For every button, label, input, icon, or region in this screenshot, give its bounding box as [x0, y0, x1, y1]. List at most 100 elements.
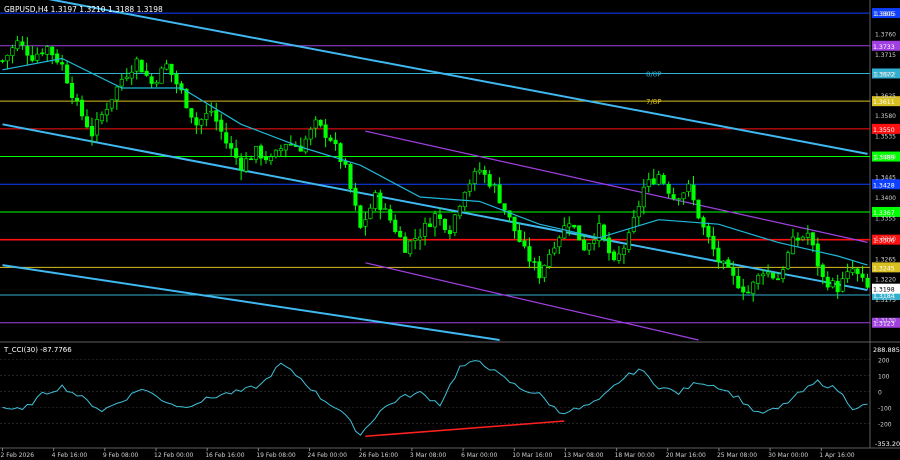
candle-body: [711, 235, 716, 250]
candle-body: [696, 199, 701, 219]
candle-body: [194, 117, 199, 126]
cci-tick-label: -200: [878, 421, 892, 428]
candle-body: [775, 278, 781, 281]
candle-body: [5, 55, 10, 62]
candle-body: [512, 216, 517, 232]
candle-body: [423, 222, 428, 237]
candle-body: [462, 191, 467, 208]
candle-body: [358, 205, 363, 228]
price-tick-label: 1.3445: [875, 175, 896, 182]
candle-body: [149, 76, 154, 84]
candle-body: [84, 116, 90, 128]
time-tick-label: 25 Mar 08:00: [717, 452, 757, 459]
candle-body: [805, 232, 810, 238]
current-price-label: 1.3198: [873, 287, 895, 294]
price-tick-label: 1.3805: [875, 11, 896, 18]
candle-body: [517, 230, 522, 242]
candle-body: [726, 259, 731, 268]
candle-body: [144, 70, 149, 76]
candle-body: [388, 209, 393, 221]
candle-body: [671, 194, 676, 200]
candle-body: [716, 247, 721, 263]
candle-body: [273, 149, 278, 158]
candle-body: [253, 146, 259, 160]
cci-tick-label: 200: [878, 357, 890, 364]
candle-body: [234, 148, 239, 158]
candle-body: [626, 232, 631, 250]
level-price-label: 1.3611: [873, 99, 895, 106]
trading-chart[interactable]: 1.38051.37331.36728/8P1.36117/8P1.35501.…: [0, 0, 900, 460]
time-tick-label: 3 Mar 08:00: [410, 452, 446, 459]
candle-body: [636, 205, 641, 218]
candle-body: [268, 156, 273, 162]
candle-body: [810, 232, 815, 246]
candle-body: [323, 124, 328, 138]
candle-body: [741, 286, 746, 293]
candle-body: [50, 46, 55, 56]
candle-body: [169, 63, 174, 75]
candle-body: [283, 144, 288, 151]
candle-body: [452, 214, 457, 233]
candle-body: [850, 268, 855, 273]
candle-body: [815, 243, 820, 267]
candle-body: [606, 237, 612, 254]
candle-body: [258, 145, 264, 159]
price-tick-label: 1.3265: [875, 256, 896, 263]
candle-body: [413, 238, 418, 241]
candle-body: [840, 278, 845, 292]
time-tick-label: 2 Feb 2026: [0, 452, 34, 459]
candle-body: [676, 198, 681, 201]
candle-body: [15, 40, 20, 50]
level-price-label: 1.3245: [873, 265, 895, 272]
candle-body: [373, 192, 378, 209]
candle-body: [10, 47, 15, 56]
cci-scale-top: 288.8859: [873, 346, 900, 354]
cci-scale-bottom: -353.2072: [875, 440, 900, 448]
candle-body: [611, 251, 617, 261]
price-tick-label: 1.3535: [875, 134, 896, 141]
candle-body: [860, 273, 865, 278]
candle-body: [845, 271, 850, 279]
candle-body: [45, 46, 50, 55]
candle-body: [35, 53, 40, 61]
candle-body: [368, 207, 373, 219]
candle-body: [785, 252, 791, 269]
time-tick-label: 6 Mar 00:00: [461, 452, 497, 459]
candle-body: [641, 186, 646, 208]
candle-body: [89, 125, 95, 137]
candle-body: [795, 237, 800, 241]
candle-body: [746, 291, 751, 294]
candle-body: [398, 230, 403, 238]
candle-body: [437, 214, 443, 219]
price-tick-label: 1.3310: [875, 236, 896, 243]
candle-body: [229, 143, 234, 149]
candle-body: [378, 192, 383, 210]
time-tick-label: 30 Mar 00:00: [768, 452, 808, 459]
candle-body: [239, 157, 244, 171]
time-tick-label: 4 Feb 16:00: [52, 452, 88, 459]
candle-body: [467, 183, 472, 192]
candle-body: [756, 274, 761, 284]
candle-body: [557, 237, 562, 248]
candle-body: [706, 225, 711, 238]
candle-body: [830, 280, 835, 288]
time-tick-label: 1 Apr 16:00: [819, 452, 854, 459]
candle-body: [482, 170, 487, 175]
candle-body: [681, 192, 686, 200]
cci-tick-label: -100: [878, 405, 892, 412]
candle-body: [189, 108, 194, 118]
time-tick-label: 10 Mar 16:00: [512, 452, 552, 459]
candle-body: [666, 184, 671, 194]
candle-body: [60, 62, 65, 65]
cci-tick-label: 100: [878, 373, 890, 380]
candle-body: [40, 52, 45, 55]
candle-body: [244, 158, 249, 172]
candle-body: [825, 276, 830, 288]
candle-body: [820, 264, 825, 277]
cci-label: T_CCI(30) -87.7766: [3, 346, 72, 354]
candle-body: [731, 267, 736, 276]
candle-body: [383, 208, 388, 210]
candle-body: [497, 184, 502, 204]
time-tick-label: 13 Mar 08:00: [563, 452, 603, 459]
candle-body: [278, 148, 283, 152]
